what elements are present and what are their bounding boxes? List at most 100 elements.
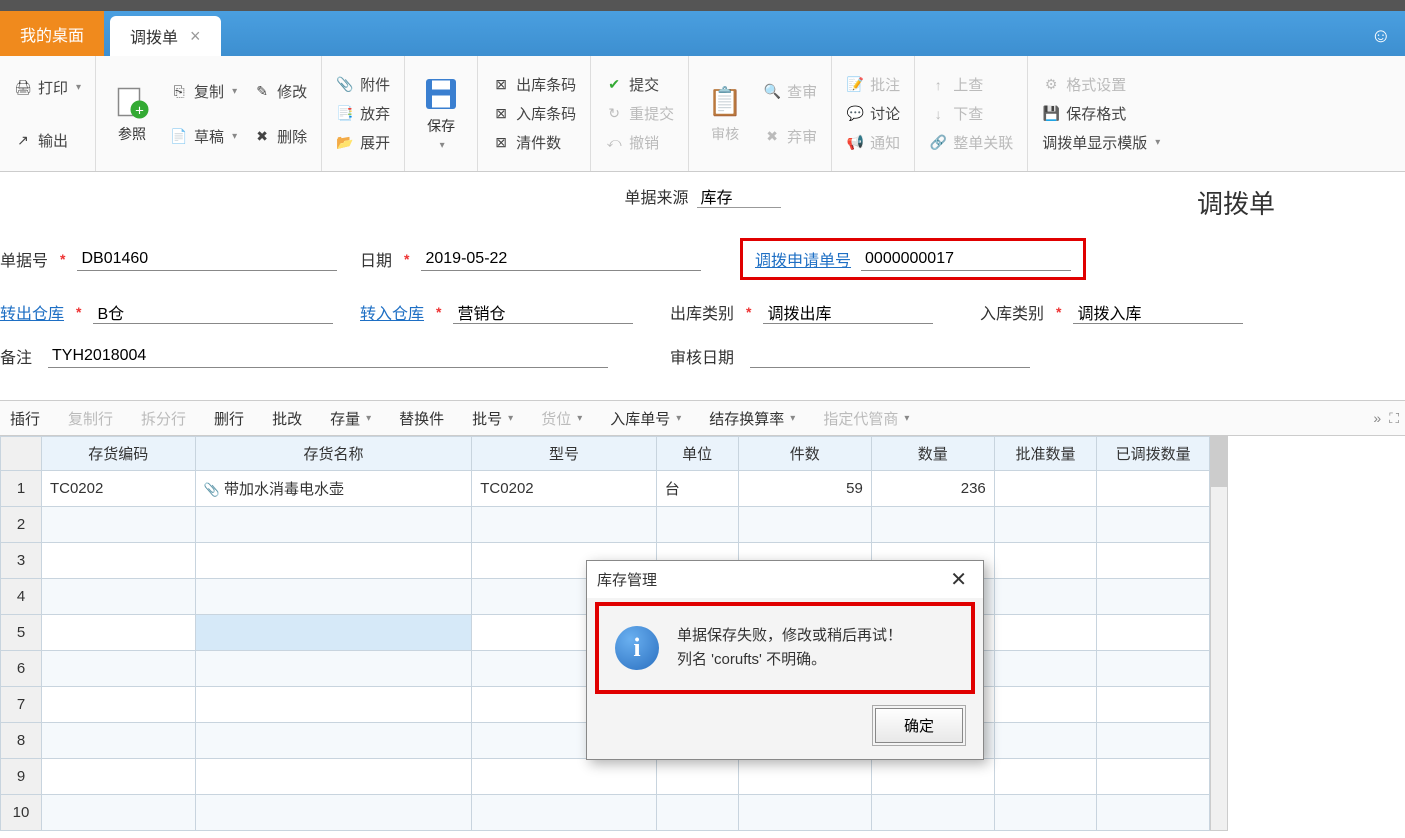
copy-row-button: 复制行 xyxy=(62,404,119,433)
batch-no-button[interactable]: 批号▾ xyxy=(466,404,519,433)
insert-row-button[interactable]: 插行 xyxy=(4,404,46,433)
required-mark: * xyxy=(436,304,441,320)
required-mark: * xyxy=(404,251,409,267)
draft-button[interactable]: 📄草稿▾ xyxy=(166,124,241,149)
in-type-input[interactable] xyxy=(1073,301,1243,324)
grid-toolbar: 插行 复制行 拆分行 删行 批改 存量▾ 替换件 批号▾ 货位▾ 入库单号▾ 结… xyxy=(0,400,1405,436)
out-barcode-button[interactable]: ⊠出库条码 xyxy=(488,72,580,97)
col-code[interactable]: 存货编码 xyxy=(41,437,195,471)
agent-button: 指定代管商▾ xyxy=(817,404,915,433)
remark-input[interactable] xyxy=(48,345,608,368)
smile-icon[interactable]: ☺ xyxy=(1371,25,1391,48)
save-format-button[interactable]: 💾保存格式 xyxy=(1038,101,1164,126)
display-template-button[interactable]: 调拨单显示模版▾ xyxy=(1038,130,1164,155)
out-type-input[interactable] xyxy=(763,301,933,324)
col-unit[interactable]: 单位 xyxy=(656,437,738,471)
chevron-down-icon: ▾ xyxy=(904,413,909,424)
maximize-icon[interactable]: ⛶ xyxy=(1389,410,1399,427)
chevron-down-icon: ▾ xyxy=(366,413,371,424)
copy-button[interactable]: ⎘复制▾ xyxy=(166,79,241,104)
in-barcode-button[interactable]: ⊠入库条码 xyxy=(488,101,580,126)
expand-button[interactable]: 📂展开 xyxy=(332,130,394,155)
col-name[interactable]: 存货名称 xyxy=(195,437,472,471)
vertical-scrollbar[interactable] xyxy=(1210,436,1228,831)
required-mark: * xyxy=(746,304,751,320)
col-pieces[interactable]: 件数 xyxy=(738,437,871,471)
export-icon: ↗ xyxy=(14,131,32,149)
whole-link-button: 🔗整单关联 xyxy=(925,130,1017,155)
in-warehouse-label[interactable]: 转入仓库 xyxy=(360,300,424,324)
discuss-button[interactable]: 💬讨论 xyxy=(842,101,904,126)
conv-rate-button[interactable]: 结存换算率▾ xyxy=(703,404,801,433)
table-row[interactable]: 9 xyxy=(1,759,1210,795)
doc-no-input[interactable] xyxy=(77,248,337,271)
split-row-button: 拆分行 xyxy=(135,404,192,433)
tab-desktop[interactable]: 我的桌面 xyxy=(0,11,104,56)
attachment-button[interactable]: 📎附件 xyxy=(332,72,394,97)
error-dialog: 库存管理 ✕ i 单据保存失败，修改或稍后再试！ 列名 'corufts' 不明… xyxy=(586,560,984,760)
info-icon: i xyxy=(615,626,659,670)
stock-qty-button[interactable]: 存量▾ xyxy=(324,404,377,433)
paperclip-icon xyxy=(204,481,220,498)
discard-icon: 📑 xyxy=(336,105,354,123)
reference-button[interactable]: + 参照 xyxy=(106,62,158,165)
print-button[interactable]: 🖨打印▾ xyxy=(10,75,85,100)
barcode-icon: ⊠ xyxy=(492,105,510,123)
barcode-icon: ⊠ xyxy=(492,76,510,94)
in-warehouse-input[interactable] xyxy=(453,301,633,324)
chevron-down-icon: ▾ xyxy=(232,86,237,97)
col-model[interactable]: 型号 xyxy=(472,437,656,471)
col-approved[interactable]: 批准数量 xyxy=(994,437,1096,471)
col-qty[interactable]: 数量 xyxy=(871,437,994,471)
chat-icon: 💬 xyxy=(846,105,864,123)
request-no-label[interactable]: 调拨申请单号 xyxy=(755,247,851,271)
doc-no-label: 单据号 xyxy=(0,247,48,271)
ok-button[interactable]: 确定 xyxy=(875,708,963,743)
bin-button: 货位▾ xyxy=(535,404,588,433)
submit-button[interactable]: ✔提交 xyxy=(601,72,678,97)
clear-count-button[interactable]: ⊠清件数 xyxy=(488,130,580,155)
chevron-down-icon: ▾ xyxy=(508,413,513,424)
format-settings-button: ⚙格式设置 xyxy=(1038,72,1164,97)
in-no-button[interactable]: 入库单号▾ xyxy=(604,404,687,433)
close-icon[interactable]: × xyxy=(190,26,201,47)
modify-button[interactable]: ✎修改 xyxy=(249,79,311,104)
date-label: 日期 xyxy=(360,247,392,271)
resubmit-icon: ↻ xyxy=(605,105,623,123)
source-input[interactable] xyxy=(697,185,781,208)
tab-transfer-order[interactable]: 调拨单 × xyxy=(110,16,221,56)
request-no-input[interactable] xyxy=(861,248,1071,271)
tabs-bar: 我的桌面 调拨单 × ☺ xyxy=(0,11,1405,56)
table-row[interactable]: 10 xyxy=(1,795,1210,831)
table-row[interactable]: 2 xyxy=(1,507,1210,543)
discard-button[interactable]: 📑放弃 xyxy=(332,101,394,126)
expand-icon: 📂 xyxy=(336,134,354,152)
up-icon: ↑ xyxy=(929,76,947,94)
gear-icon: ⚙ xyxy=(1042,76,1060,94)
printer-icon: 🖨 xyxy=(14,78,32,96)
more-icon[interactable]: » xyxy=(1373,410,1381,427)
clear-icon: ⊠ xyxy=(492,134,510,152)
abandon-icon: ✖ xyxy=(763,127,781,145)
col-rownum xyxy=(1,437,42,471)
out-warehouse-label[interactable]: 转出仓库 xyxy=(0,300,64,324)
document-header: 单据来源 调拨单 xyxy=(0,172,1405,238)
batch-modify-button[interactable]: 批改 xyxy=(266,404,308,433)
delete-row-button[interactable]: 删行 xyxy=(208,404,250,433)
window-titlebar xyxy=(0,0,1405,11)
table-row[interactable]: 1TC0202 带加水消毒电水壶TC0202台59236 xyxy=(1,471,1210,507)
reference-icon: + xyxy=(114,84,150,120)
close-icon[interactable]: ✕ xyxy=(944,567,973,592)
save-button[interactable]: 保存▾ xyxy=(415,62,467,165)
audit-icon: 📋 xyxy=(707,84,743,120)
out-warehouse-input[interactable] xyxy=(93,301,333,324)
revoke-button: ⤺撤销 xyxy=(601,130,678,155)
delete-button[interactable]: ✖删除 xyxy=(249,124,311,149)
scroll-thumb[interactable] xyxy=(1211,437,1227,487)
col-transferred[interactable]: 已调拨数量 xyxy=(1097,437,1210,471)
revoke-icon: ⤺ xyxy=(605,134,623,152)
audit-date-input[interactable] xyxy=(750,345,1030,368)
export-button[interactable]: ↗输出 xyxy=(10,128,85,153)
replace-part-button[interactable]: 替换件 xyxy=(393,404,450,433)
date-input[interactable] xyxy=(421,248,701,271)
